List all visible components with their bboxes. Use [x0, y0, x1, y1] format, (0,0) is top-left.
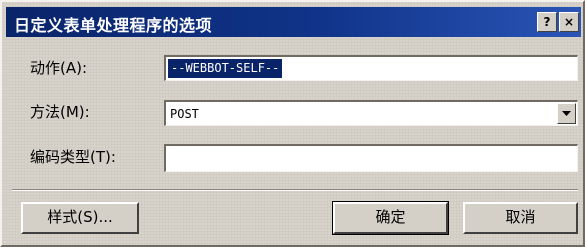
- dialog-title: 日定义表单处理程序的选项: [14, 16, 213, 35]
- action-value: --WEBBOT-SELF--: [168, 59, 283, 78]
- action-label: 动作(A):: [30, 59, 88, 77]
- title-bar[interactable]: 日定义表单处理程序的选项 ? ×: [6, 7, 581, 37]
- form-handler-options-dialog: 日定义表单处理程序的选项 ? × 动作(A): --WEBBOT-SELF-- …: [0, 0, 585, 247]
- encoding-type-field[interactable]: [164, 144, 578, 172]
- style-button[interactable]: 样式(S)...: [21, 202, 139, 234]
- separator: [12, 189, 578, 191]
- method-label: 方法(M):: [30, 103, 90, 121]
- close-button[interactable]: ×: [559, 12, 579, 32]
- method-dropdown-button[interactable]: [557, 103, 576, 124]
- ok-button[interactable]: 确定: [332, 201, 449, 235]
- method-select[interactable]: POST: [164, 100, 578, 126]
- method-value: POST: [170, 107, 199, 121]
- encoding-label: 编码类型(T):: [30, 148, 116, 166]
- chevron-down-icon: [562, 111, 571, 116]
- cancel-button[interactable]: 取消: [463, 202, 578, 234]
- action-field[interactable]: --WEBBOT-SELF--: [164, 55, 578, 81]
- help-button[interactable]: ?: [537, 12, 557, 32]
